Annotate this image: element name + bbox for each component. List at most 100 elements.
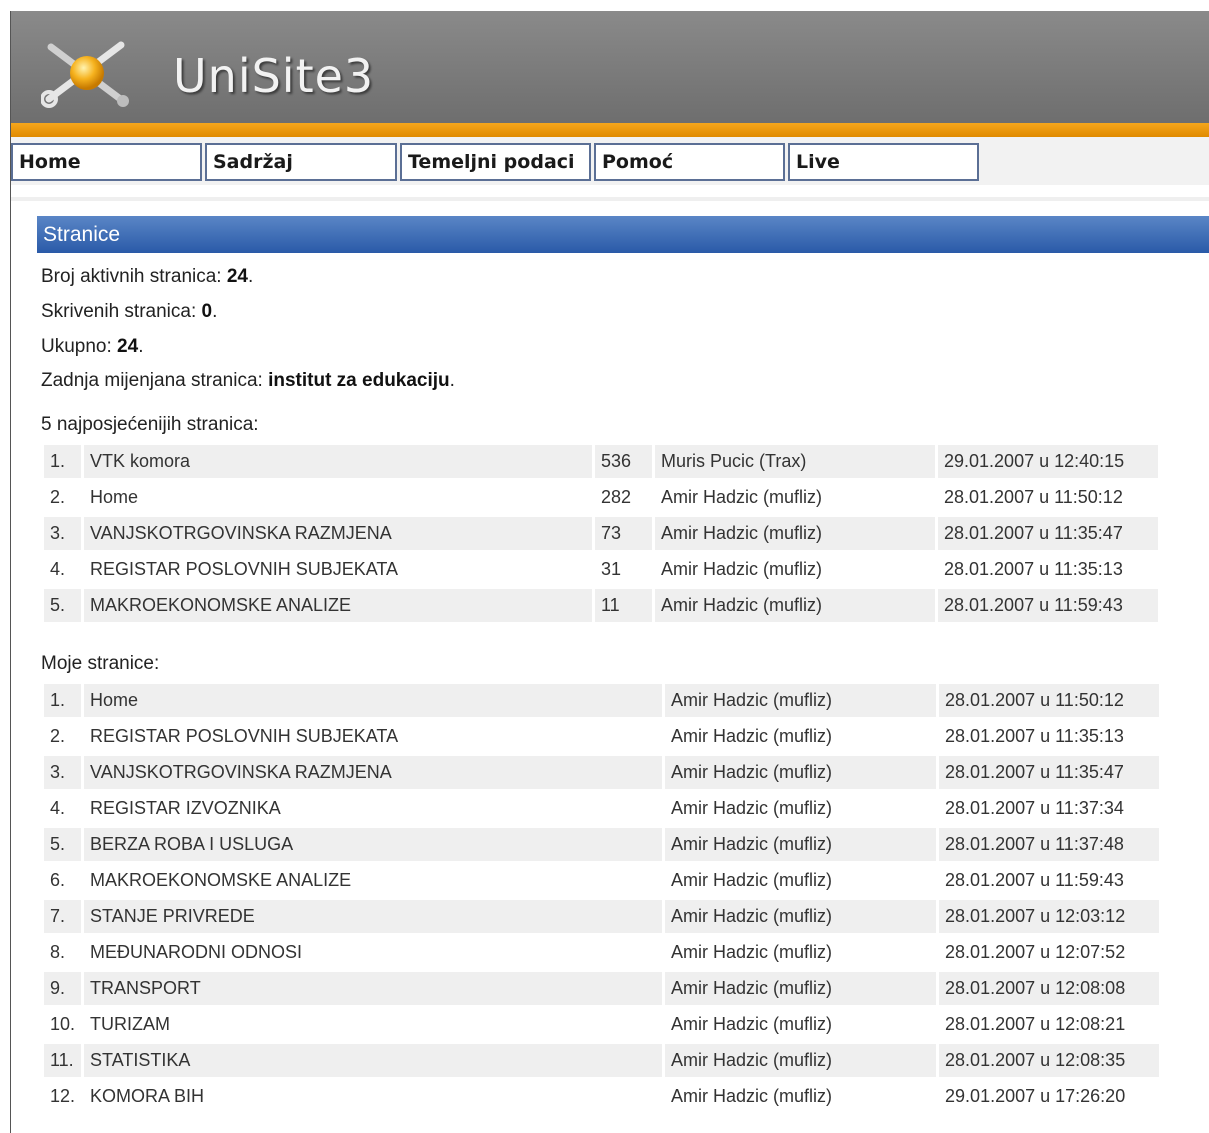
modified-date: 28.01.2007 u 11:35:13: [938, 553, 1158, 586]
author: Amir Hadzic (mufliz): [665, 684, 937, 717]
author: Amir Hadzic (mufliz): [665, 756, 937, 789]
modified-date: 28.01.2007 u 12:08:21: [939, 1008, 1160, 1041]
nav-sadrzaj[interactable]: Sadržaj: [205, 143, 397, 181]
table-row: 11. STATISTIKA Amir Hadzic (mufliz) 28.01.2…: [44, 1044, 1160, 1077]
table-row: 5. MAKROEKONOMSKE ANALIZE 11 Amir Hadzic (m…: [44, 589, 1158, 622]
row-number: 1.: [44, 445, 81, 478]
modified-date: 28.01.2007 u 11:50:12: [939, 684, 1160, 717]
row-number: 1.: [44, 684, 82, 717]
page-name[interactable]: Home: [84, 481, 592, 514]
row-number: 2.: [44, 481, 81, 514]
stat-active-pages: Broj aktivnih stranica: 24.: [41, 266, 254, 287]
modified-date: 28.01.2007 u 11:37:34: [939, 792, 1160, 825]
author: Amir Hadzic (mufliz): [665, 936, 937, 969]
visit-count: 11: [595, 589, 652, 622]
row-number: 7.: [44, 900, 82, 933]
page-name[interactable]: VTK komora: [84, 445, 592, 478]
table-row: 1. VTK komora 536 Muris Pucic (Trax) 29.01.2…: [44, 445, 1158, 478]
page-name[interactable]: STATISTIKA: [84, 1044, 663, 1077]
table-row: 6. MAKROEKONOMSKE ANALIZE Amir Hadzic (muf…: [44, 864, 1160, 897]
author: Muris Pucic (Trax): [655, 445, 935, 478]
table-row: 3. VANJSKOTRGOVINSKA RAZMJENA Amir Hadzic …: [44, 756, 1160, 789]
page-name[interactable]: BERZA ROBA I USLUGA: [84, 828, 663, 861]
modified-date: 28.01.2007 u 11:59:43: [938, 589, 1158, 622]
modified-date: 28.01.2007 u 12:08:08: [939, 972, 1160, 1005]
page-name[interactable]: TRANSPORT: [84, 972, 663, 1005]
author: Amir Hadzic (mufliz): [665, 720, 937, 753]
table-row: 5. BERZA ROBA I USLUGA Amir Hadzic (mufliz…: [44, 828, 1160, 861]
site-header: UniSite3: [11, 11, 1209, 123]
table-row: 12. KOMORA BIH Amir Hadzic (mufliz) 29.01.2…: [44, 1080, 1160, 1113]
table-row: 2. REGISTAR POSLOVNIH SUBJEKATA Amir Hadzi…: [44, 720, 1160, 753]
row-number: 2.: [44, 720, 82, 753]
author: Amir Hadzic (mufliz): [665, 972, 937, 1005]
modified-date: 29.01.2007 u 12:40:15: [938, 445, 1158, 478]
row-number: 9.: [44, 972, 82, 1005]
stat-total-pages: Ukupno: 24.: [41, 336, 144, 357]
row-number: 4.: [44, 553, 81, 586]
row-number: 12.: [44, 1080, 82, 1113]
table-row: 1. Home Amir Hadzic (mufliz) 28.01.2007 u 1…: [44, 684, 1160, 717]
window-left-frame: [0, 11, 11, 1133]
stat-last-modified: Zadnja mijenjana stranica: institut za e…: [41, 370, 455, 391]
top-pages-caption: 5 najposjećenijih stranica:: [41, 414, 259, 435]
row-number: 5.: [44, 589, 81, 622]
modified-date: 28.01.2007 u 11:35:47: [939, 756, 1160, 789]
nav-pomoc[interactable]: Pomoć: [594, 143, 785, 181]
row-number: 4.: [44, 792, 82, 825]
page-name[interactable]: VANJSKOTRGOVINSKA RAZMJENA: [84, 756, 663, 789]
table-row: 2. Home 282 Amir Hadzic (mufliz) 28.01.2007 …: [44, 481, 1158, 514]
page-name[interactable]: VANJSKOTRGOVINSKA RAZMJENA: [84, 517, 592, 550]
page-name[interactable]: REGISTAR IZVOZNIKA: [84, 792, 663, 825]
table-row: 10. TURIZAM Amir Hadzic (mufliz) 28.01.2007…: [44, 1008, 1160, 1041]
header-accent-bar: [11, 123, 1209, 137]
modified-date: 28.01.2007 u 11:35:47: [938, 517, 1158, 550]
page-name[interactable]: REGISTAR POSLOVNIH SUBJEKATA: [84, 720, 663, 753]
nav-home[interactable]: Home: [11, 143, 202, 181]
row-number: 8.: [44, 936, 82, 969]
nav-live[interactable]: Live: [788, 143, 979, 181]
page-name[interactable]: REGISTAR POSLOVNIH SUBJEKATA: [84, 553, 592, 586]
modified-date: 28.01.2007 u 11:59:43: [939, 864, 1160, 897]
my-pages-table: 1. Home Amir Hadzic (mufliz) 28.01.2007 u 1…: [41, 681, 1162, 1116]
author: Amir Hadzic (mufliz): [665, 828, 937, 861]
content-divider: [11, 197, 1209, 201]
section-title: Stranice: [37, 216, 1209, 253]
wrench-screwdriver-logo-icon: [41, 41, 129, 108]
row-number: 3.: [44, 756, 82, 789]
row-number: 5.: [44, 828, 82, 861]
row-number: 10.: [44, 1008, 82, 1041]
modified-date: 28.01.2007 u 12:08:35: [939, 1044, 1160, 1077]
page-name[interactable]: TURIZAM: [84, 1008, 663, 1041]
page-name[interactable]: MAKROEKONOMSKE ANALIZE: [84, 589, 592, 622]
modified-date: 28.01.2007 u 11:35:13: [939, 720, 1160, 753]
row-number: 3.: [44, 517, 81, 550]
page-name[interactable]: MEĐUNARODNI ODNOSI: [84, 936, 663, 969]
modified-date: 28.01.2007 u 12:07:52: [939, 936, 1160, 969]
author: Amir Hadzic (mufliz): [665, 792, 937, 825]
modified-date: 28.01.2007 u 11:37:48: [939, 828, 1160, 861]
author: Amir Hadzic (mufliz): [655, 481, 935, 514]
page-name[interactable]: MAKROEKONOMSKE ANALIZE: [84, 864, 663, 897]
nav-temeljni-podaci[interactable]: Temeljni podaci: [400, 143, 591, 181]
modified-date: 29.01.2007 u 17:26:20: [939, 1080, 1160, 1113]
author: Amir Hadzic (mufliz): [665, 864, 937, 897]
author: Amir Hadzic (mufliz): [665, 1044, 937, 1077]
page-name[interactable]: KOMORA BIH: [84, 1080, 663, 1113]
window-top-strip: [0, 0, 1209, 11]
visit-count: 73: [595, 517, 652, 550]
page-name[interactable]: STANJE PRIVREDE: [84, 900, 663, 933]
top-pages-table: 1. VTK komora 536 Muris Pucic (Trax) 29.01.2…: [41, 442, 1161, 625]
stat-hidden-pages: Skrivenih stranica: 0.: [41, 301, 218, 322]
page-name[interactable]: Home: [84, 684, 663, 717]
my-pages-caption: Moje stranice:: [41, 653, 160, 674]
table-row: 4. REGISTAR IZVOZNIKA Amir Hadzic (mufliz)…: [44, 792, 1160, 825]
table-row: 8. MEĐUNARODNI ODNOSI Amir Hadzic (mufliz)…: [44, 936, 1160, 969]
author: Amir Hadzic (mufliz): [665, 1080, 937, 1113]
modified-date: 28.01.2007 u 12:03:12: [939, 900, 1160, 933]
table-row: 9. TRANSPORT Amir Hadzic (mufliz) 28.01.200…: [44, 972, 1160, 1005]
table-row: 7. STANJE PRIVREDE Amir Hadzic (mufliz) 28.…: [44, 900, 1160, 933]
visit-count: 536: [595, 445, 652, 478]
author: Amir Hadzic (mufliz): [665, 900, 937, 933]
brand-title: UniSite3: [173, 49, 375, 103]
